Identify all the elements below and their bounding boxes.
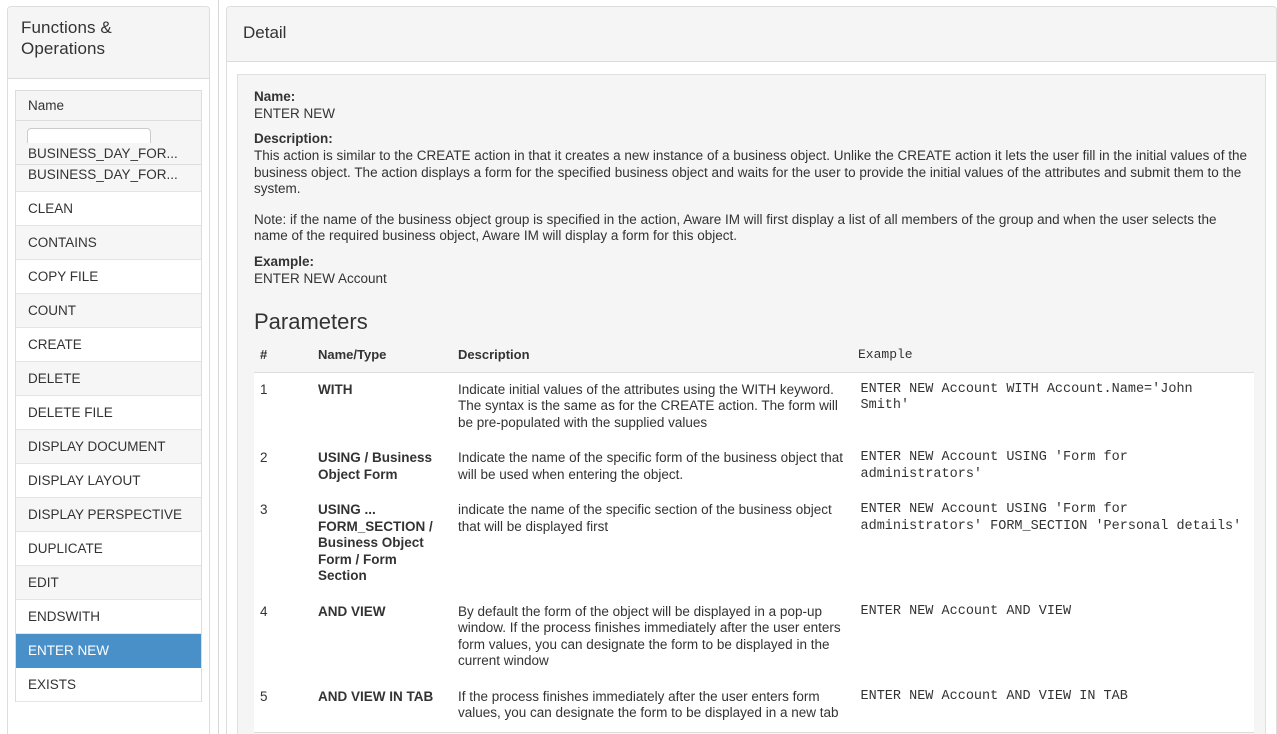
functions-list: BUSINESS_DAY_FOR... CLEAN CONTAINS COPY … [15,158,202,702]
list-item-selected[interactable]: ENTER NEW [16,634,201,668]
detail-title: Detail [243,23,287,42]
list-item[interactable]: DISPLAY PERSPECTIVE [16,498,201,532]
cell-example: ENTER NEW Account WITH Account.Name='Joh… [851,371,1254,441]
panel-title: Functions & Operations [21,18,112,58]
cell-number: 1 [254,371,312,441]
table-row: 2 USING / Business Object Form Indicate … [254,441,1254,493]
cell-example: ENTER NEW Account USING 'Form for admini… [851,493,1254,595]
col-header-example: Example [858,346,913,362]
parameters-table-head: # Name/Type Description Example [254,347,1254,373]
description-paragraph-2: Note: if the name of the business object… [254,211,1217,244]
col-header-number: # [260,346,268,362]
list-item[interactable]: COPY FILE [16,260,201,294]
cell-description: By default the form of the object will b… [452,594,852,680]
cell-name-type: AND VIEW IN TAB [312,679,452,733]
list-item[interactable]: DELETE [16,362,201,396]
cell-description: Indicate initial values of the attribute… [452,371,852,441]
detail-card: Detail Name: ENTER NEW Description: This… [226,6,1277,734]
example-value: ENTER NEW Account [254,270,387,286]
cell-number: 5 [254,679,312,733]
parameters-table-body: 1 WITH Indicate initial values of the at… [254,371,1254,733]
detail-panel: Detail Name: ENTER NEW Description: This… [216,0,1277,734]
col-header-description: Description [458,346,530,362]
cell-name-type: AND VIEW [312,594,452,680]
list-item[interactable]: EXISTS [16,668,201,702]
cell-name-type: WITH [312,371,452,441]
functions-operations-panel: Functions & Operations Name BUSINESS_DAY… [0,0,216,734]
cell-example: ENTER NEW Account AND VIEW [851,594,1254,680]
app-root: Functions & Operations Name BUSINESS_DAY… [0,0,1277,734]
col-header-name-type: Name/Type [318,346,387,362]
table-row: 3 USING ... FORM_SECTION / Business Obje… [254,493,1254,595]
list-item[interactable]: CREATE [16,328,201,362]
list-item[interactable]: DUPLICATE [16,532,201,566]
list-item[interactable]: ENDSWITH [16,600,201,634]
name-column-header: Name [16,91,201,121]
table-row: 5 AND VIEW IN TAB If the process finishe… [254,679,1254,733]
cell-description: indicate the name of the specific sectio… [452,493,852,595]
cell-example: ENTER NEW Account AND VIEW IN TAB [851,679,1254,733]
list-item[interactable]: COUNT [16,294,201,328]
list-item[interactable]: CLEAN [16,192,201,226]
list-item[interactable]: DISPLAY DOCUMENT [16,430,201,464]
cell-number: 2 [254,441,312,493]
detail-content-box: Name: ENTER NEW Description: This action… [237,74,1266,734]
cell-name-type: USING ... FORM_SECTION / Business Object… [312,493,452,595]
functions-operations-header: Functions & Operations [8,7,209,79]
cell-name-type: USING / Business Object Form [312,441,452,493]
cell-number: 4 [254,594,312,680]
list-item[interactable]: EDIT [16,566,201,600]
example-label: Example: [254,253,315,269]
description-paragraph-1: This action is similar to the CREATE act… [254,148,1247,196]
cell-number: 3 [254,493,312,595]
functions-operations-body: Name BUSINESS_DAY_FOR... BUSINESS_DAY_FO… [8,79,209,702]
description-label: Description: [254,131,333,146]
list-item[interactable]: CONTAINS [16,226,201,260]
list-item[interactable]: DISPLAY LAYOUT [16,464,201,498]
cell-example: ENTER NEW Account USING 'Form for admini… [851,441,1254,493]
parameters-heading: Parameters [254,308,368,334]
name-value: ENTER NEW [254,106,335,121]
obscured-list-row: BUSINESS_DAY_FOR... [16,143,201,165]
table-row: 4 AND VIEW By default the form of the ob… [254,594,1254,680]
table-header-row: # Name/Type Description Example [254,347,1254,373]
name-filter-block: Name BUSINESS_DAY_FOR... [15,90,202,165]
list-item[interactable]: DELETE FILE [16,396,201,430]
functions-operations-card: Functions & Operations Name BUSINESS_DAY… [7,6,210,734]
panel-divider[interactable] [218,0,219,734]
cell-description: If the process finishes immediately afte… [452,679,852,733]
cell-description: Indicate the name of the specific form o… [452,441,852,493]
name-label: Name: [254,89,296,104]
parameters-table: # Name/Type Description Example 1 WITH I… [254,347,1254,733]
detail-body: Name: ENTER NEW Description: This action… [227,62,1276,734]
table-row: 1 WITH Indicate initial values of the at… [254,371,1254,441]
detail-header: Detail [227,7,1276,62]
